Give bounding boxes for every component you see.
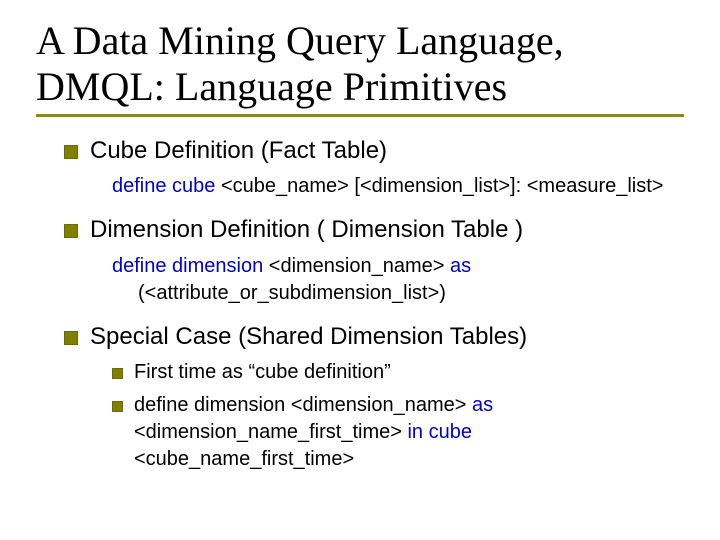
keyword: define cube bbox=[112, 175, 215, 197]
code-text: (<attribute_or_subdimension_list>) bbox=[138, 282, 446, 304]
code-line: define cube <cube_name> [<dimension_list… bbox=[90, 173, 684, 200]
bullet-dimension-definition: Dimension Definition ( Dimension Table )… bbox=[64, 214, 684, 306]
code-text: <dimension_name> bbox=[263, 255, 450, 277]
bullet-heading: Cube Definition (Fact Table) bbox=[90, 137, 387, 164]
code-text: <dimension_name_first_time> bbox=[134, 421, 407, 443]
slide: A Data Mining Query Language, DMQL: Lang… bbox=[0, 0, 720, 540]
code-text: <cube_name_first_time> bbox=[134, 448, 354, 470]
sub-text: First time as “cube definition” bbox=[134, 361, 391, 383]
list-item: define dimension <dimension_name> as <di… bbox=[112, 392, 684, 473]
bullet-list: Cube Definition (Fact Table) define cube… bbox=[36, 135, 684, 473]
slide-title: A Data Mining Query Language, DMQL: Lang… bbox=[36, 18, 684, 117]
keyword: as bbox=[450, 255, 471, 277]
bullet-heading: Dimension Definition ( Dimension Table ) bbox=[90, 216, 523, 243]
code-text: define dimension <dimension_name> bbox=[134, 394, 472, 416]
list-item: First time as “cube definition” bbox=[112, 359, 684, 386]
keyword: define dimension bbox=[112, 255, 263, 277]
keyword: in cube bbox=[407, 421, 472, 443]
code-text: <cube_name> [<dimension_list>]: <measure… bbox=[215, 175, 663, 197]
sub-bullet-list: First time as “cube definition” define d… bbox=[90, 359, 684, 473]
bullet-cube-definition: Cube Definition (Fact Table) define cube… bbox=[64, 135, 684, 200]
bullet-heading: Special Case (Shared Dimension Tables) bbox=[90, 323, 527, 350]
bullet-special-case: Special Case (Shared Dimension Tables) F… bbox=[64, 321, 684, 473]
keyword: as bbox=[472, 394, 493, 416]
code-line: define dimension <dimension_name> as (<a… bbox=[90, 253, 684, 307]
